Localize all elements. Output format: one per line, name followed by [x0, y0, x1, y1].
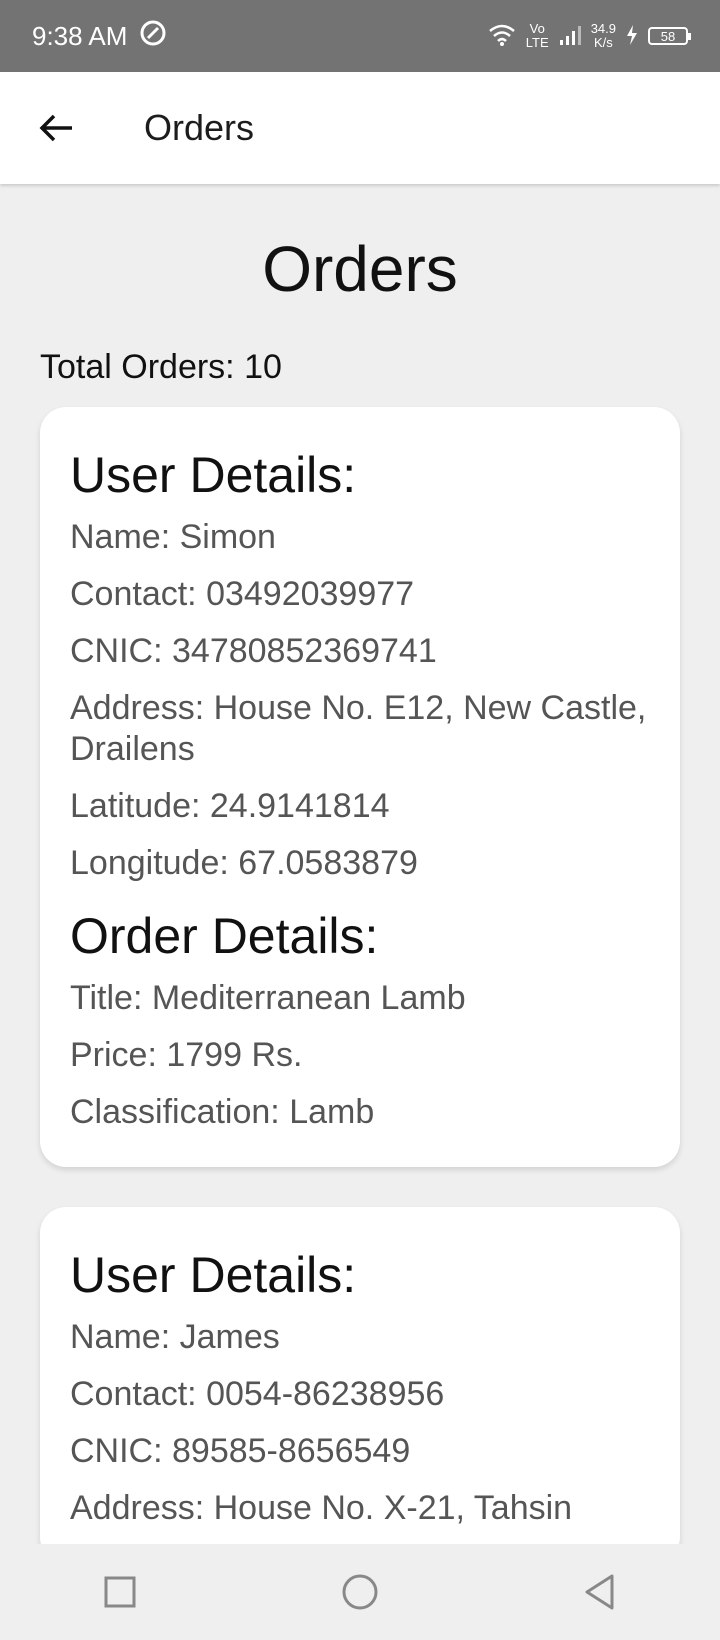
status-time: 9:38 AM [32, 20, 128, 51]
wifi-icon [488, 23, 516, 50]
app-bar-title: Orders [144, 107, 255, 148]
battery-icon: 58 [648, 27, 691, 45]
network-speed: 34.9 K/s [591, 22, 616, 50]
total-orders: Total Orders: 10 [40, 348, 282, 386]
user-details-title: User Details: [70, 1247, 357, 1303]
user-name: Name: James [70, 1318, 280, 1356]
order-card: User Details: Name: Simon Contact: 03492… [40, 407, 680, 1167]
charging-icon [626, 24, 638, 48]
sync-icon [139, 19, 167, 54]
order-title: Title: Mediterranean Lamb [70, 979, 466, 1017]
status-bar: 9:38 AM Vo LTE 34.9 K/s 58 [0, 0, 720, 72]
order-classification: Classification: Lamb [70, 1093, 375, 1131]
user-contact: Contact: 0054-86238956 [70, 1375, 445, 1413]
order-card: User Details: Name: James Contact: 0054-… [40, 1207, 680, 1544]
network-bottom: LTE [525, 35, 549, 50]
signal-icon [559, 24, 581, 49]
user-longitude: Longitude: 67.0583879 [70, 844, 418, 882]
user-cnic: CNIC: 34780852369741 [70, 632, 437, 670]
arrow-back-icon[interactable] [28, 100, 84, 156]
speed-value: 34.9 [590, 21, 616, 36]
circle-icon[interactable] [330, 1562, 390, 1622]
status-right: Vo LTE 34.9 K/s 58 [488, 22, 691, 50]
user-cnic: CNIC: 89585-8656549 [70, 1432, 411, 1470]
square-icon[interactable] [90, 1562, 150, 1622]
system-nav-bar [0, 1544, 720, 1640]
user-contact: Contact: 03492039977 [70, 575, 415, 613]
page-title: Orders [262, 233, 458, 305]
user-details-title: User Details: [70, 447, 357, 503]
order-details-title: Order Details: [70, 908, 379, 964]
speed-unit: K/s [593, 35, 613, 50]
user-address: Address: House No. E12, New Castle, Drai… [70, 689, 647, 768]
app-bar: Orders [0, 72, 720, 184]
orders-list[interactable]: Orders Total Orders: 10 User Details: Na… [0, 184, 720, 1544]
network-type: Vo LTE [526, 22, 549, 50]
triangle-back-icon[interactable] [570, 1562, 630, 1622]
user-name: Name: Simon [70, 518, 276, 556]
network-top: Vo [529, 21, 545, 36]
user-latitude: Latitude: 24.9141814 [70, 787, 390, 825]
order-price: Price: 1799 Rs. [70, 1036, 303, 1074]
user-address: Address: House No. X-21, Tahsin [70, 1489, 573, 1527]
status-left: 9:38 AM [32, 19, 167, 54]
